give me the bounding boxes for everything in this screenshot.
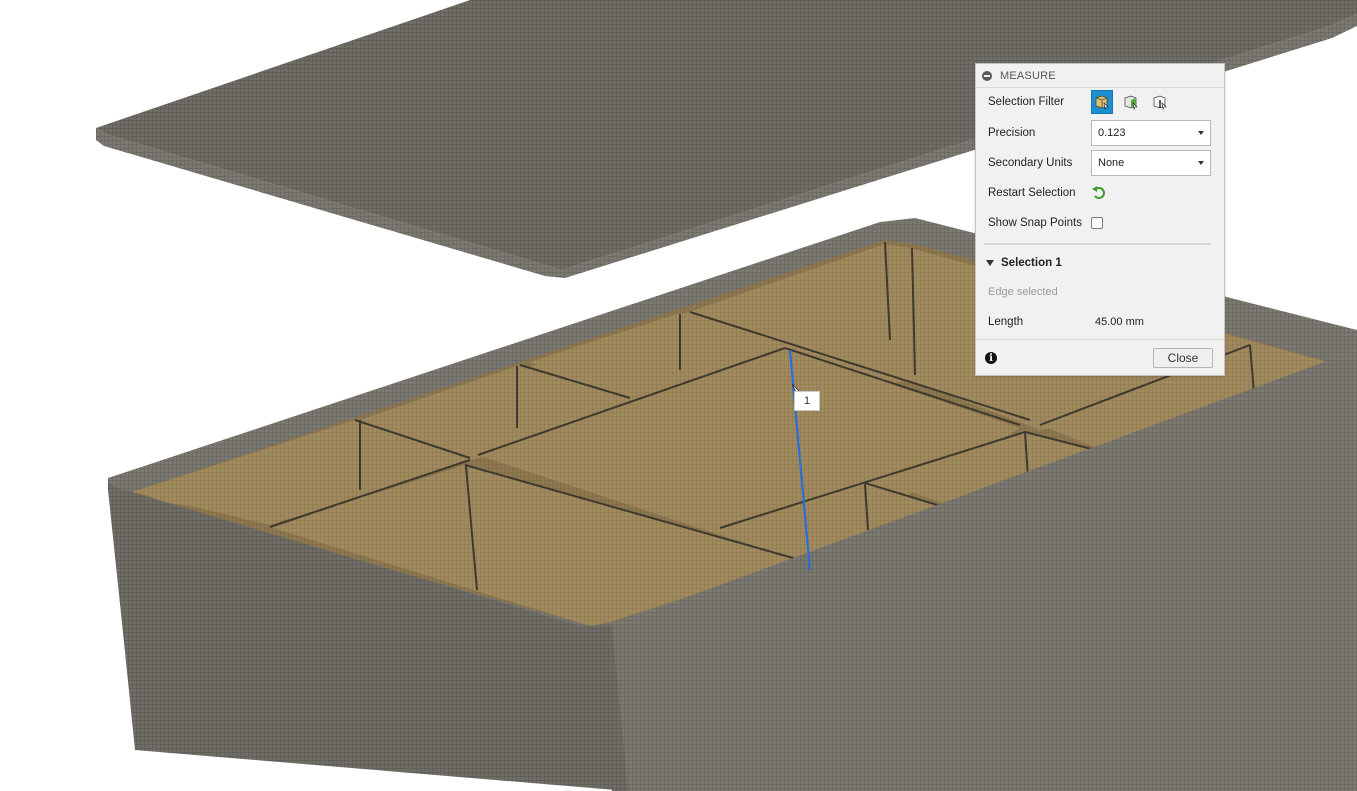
secondary-units-label: Secondary Units bbox=[988, 157, 1073, 169]
precision-value: 0.123 bbox=[1098, 127, 1126, 139]
restart-icon bbox=[1092, 186, 1105, 199]
selection-marker[interactable]: 1 bbox=[794, 391, 820, 411]
collapse-icon[interactable] bbox=[982, 70, 992, 81]
show-snap-points-label: Show Snap Points bbox=[988, 217, 1082, 229]
chevron-down-icon bbox=[1198, 161, 1204, 165]
selection-filter-label: Selection Filter bbox=[988, 96, 1065, 108]
selection-1-title: Selection 1 bbox=[1001, 257, 1062, 269]
panel-divider bbox=[984, 243, 1211, 245]
precision-row: Precision 0.123 bbox=[988, 120, 1211, 146]
secondary-units-row: Secondary Units None bbox=[988, 150, 1211, 176]
show-snap-points-checkbox[interactable] bbox=[1091, 217, 1103, 229]
close-button[interactable]: Close bbox=[1153, 348, 1213, 368]
show-snap-points-row: Show Snap Points bbox=[988, 213, 1103, 233]
expand-triangle-icon bbox=[986, 260, 994, 266]
restart-selection-button[interactable] bbox=[1091, 185, 1107, 201]
secondary-units-dropdown[interactable]: None bbox=[1091, 150, 1211, 176]
precision-label: Precision bbox=[988, 127, 1036, 139]
chevron-down-icon bbox=[1198, 131, 1204, 135]
panel-footer: i Close bbox=[976, 339, 1224, 376]
edge-status: Edge selected bbox=[988, 286, 1058, 298]
length-value: 45.00 mm bbox=[1095, 316, 1144, 328]
panel-header: MEASURE bbox=[976, 64, 1224, 88]
body-filter-icon[interactable] bbox=[1091, 90, 1113, 114]
selection-1-header[interactable]: Selection 1 bbox=[986, 255, 1062, 271]
panel-title: MEASURE bbox=[1000, 69, 1056, 82]
secondary-units-value: None bbox=[1098, 157, 1125, 169]
edge-filter-icon[interactable] bbox=[1149, 90, 1171, 114]
face-filter-icon[interactable] bbox=[1120, 90, 1142, 114]
length-label: Length bbox=[988, 316, 1024, 328]
precision-dropdown[interactable]: 0.123 bbox=[1091, 120, 1211, 146]
measure-panel: MEASURE Selection Filter Precision 0.123… bbox=[975, 63, 1225, 376]
selection-filter-row: Selection Filter bbox=[988, 90, 1178, 114]
restart-selection-label: Restart Selection bbox=[988, 187, 1076, 199]
info-icon[interactable]: i bbox=[985, 352, 997, 364]
restart-selection-row: Restart Selection bbox=[988, 183, 1107, 203]
